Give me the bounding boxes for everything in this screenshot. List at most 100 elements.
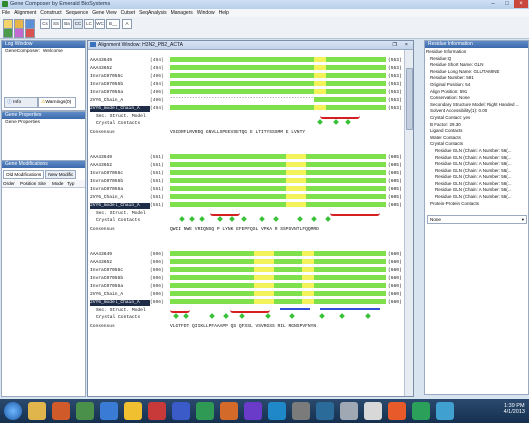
- residue-segment[interactable]: [314, 65, 326, 70]
- residue-segment[interactable]: [274, 299, 302, 304]
- residue-tree[interactable]: Residue Information Residue:Q Residue Shor…: [425, 48, 528, 207]
- sequence-residues[interactable]: [170, 81, 386, 86]
- residue-tree-item[interactable]: Residue Information: [425, 49, 528, 56]
- col-position[interactable]: Position: [20, 180, 38, 187]
- residue-segment[interactable]: [254, 251, 274, 256]
- residue-segment[interactable]: [306, 202, 386, 207]
- residue-segment[interactable]: [326, 57, 386, 62]
- residue-segment[interactable]: [326, 81, 386, 86]
- residue-segment[interactable]: [254, 259, 274, 264]
- residue-segment[interactable]: [274, 259, 302, 264]
- residue-segment[interactable]: [254, 291, 274, 296]
- system-clock[interactable]: 1:39 PM 4/1/2013: [504, 403, 525, 415]
- calculator-icon[interactable]: [364, 402, 382, 420]
- alignment-scrollbar[interactable]: [404, 50, 413, 396]
- sequence-name[interactable]: AAA43652: [90, 260, 150, 266]
- residue-segment[interactable]: [170, 162, 286, 167]
- sequence-name[interactable]: InvraC07055c: [90, 268, 150, 274]
- sequence-name[interactable]: 2VY6_Chain_A: [90, 98, 150, 104]
- residue-segment[interactable]: [274, 275, 302, 280]
- residue-tree-item[interactable]: Residue Short Name: GLN: [425, 62, 528, 69]
- sequence-residues[interactable]: [170, 73, 386, 78]
- residue-segment[interactable]: [314, 299, 386, 304]
- onenote-icon[interactable]: [244, 402, 262, 420]
- residue-segment[interactable]: [274, 283, 302, 288]
- sequence-name[interactable]: InvraC07055b: [90, 179, 150, 185]
- sequence-name[interactable]: AAA43649: [90, 58, 150, 64]
- folder-icon[interactable]: [124, 402, 142, 420]
- sequence-residues[interactable]: [170, 283, 386, 288]
- residue-segment[interactable]: [286, 170, 306, 175]
- residue-segment[interactable]: [314, 73, 326, 78]
- residue-tree-item[interactable]: Conservation: None: [425, 95, 528, 102]
- col-site[interactable]: Site: [38, 180, 52, 187]
- residue-segment[interactable]: [302, 251, 314, 256]
- residue-segment[interactable]: [170, 251, 254, 256]
- cs-button[interactable]: Cs: [40, 19, 50, 29]
- sequence-name[interactable]: InvraC07055a: [90, 284, 150, 290]
- start-button-icon[interactable]: [4, 402, 22, 420]
- residue-segment[interactable]: [274, 251, 302, 256]
- network-icon[interactable]: [436, 402, 454, 420]
- lc-button[interactable]: LC: [84, 19, 94, 29]
- sequence-row[interactable]: 2VY6_model_Chain_A (494) (553): [90, 105, 402, 112]
- sequence-row[interactable]: 2VY6_Chain_A (606) (660): [90, 291, 402, 298]
- residue-segment[interactable]: [254, 275, 274, 280]
- residue-tree-item[interactable]: Residue GLN (Chain: A Number: 56(...: [425, 155, 528, 162]
- residue-filter-select[interactable]: None ▾: [427, 215, 527, 224]
- residue-segment[interactable]: [314, 291, 386, 296]
- sequence-name[interactable]: AAA43649: [90, 252, 150, 258]
- firefox-icon[interactable]: [388, 402, 406, 420]
- sequence-residues[interactable]: [170, 105, 386, 110]
- menu-construct[interactable]: Construct: [38, 9, 63, 16]
- residue-segment[interactable]: [314, 275, 386, 280]
- sequence-residues[interactable]: [170, 162, 386, 167]
- menu-cutset[interactable]: Cutset: [119, 9, 137, 16]
- sequence-name[interactable]: InvraC07055c: [90, 171, 150, 177]
- residue-segment[interactable]: [302, 267, 314, 272]
- residue-segment[interactable]: [302, 299, 314, 304]
- residue-segment[interactable]: [170, 283, 254, 288]
- residue-segment[interactable]: [302, 275, 314, 280]
- residue-segment[interactable]: [170, 275, 254, 280]
- residue-segment[interactable]: [254, 267, 274, 272]
- residue-segment[interactable]: [314, 89, 326, 94]
- residue-segment[interactable]: [286, 162, 306, 167]
- tab-info[interactable]: ⓘ Info: [4, 97, 38, 108]
- sequence-name[interactable]: InvraC07055c: [90, 74, 150, 80]
- residue-segment[interactable]: [170, 170, 286, 175]
- residue-tree-item[interactable]: Residue Long Name: GLUTAMINE: [425, 69, 528, 76]
- menu-gene-view[interactable]: Gene View: [90, 9, 118, 16]
- menu-help[interactable]: Help: [217, 9, 231, 16]
- sequence-row[interactable]: InvraC07055b (606) (660): [90, 275, 402, 282]
- residue-segment[interactable]: [170, 89, 314, 94]
- gene-icon[interactable]: [3, 28, 13, 38]
- disk-icon[interactable]: [340, 402, 358, 420]
- sequence-area[interactable]: AAA43649 (494) (553) AAA43652 (494) (553) Invr…: [88, 50, 404, 396]
- residue-tree-item[interactable]: Protein-Protein Contacts: [425, 201, 528, 208]
- residue-tree-item[interactable]: Residue GLN (Chain: A Number: 56(...: [425, 148, 528, 155]
- close-button[interactable]: ×: [514, 0, 528, 8]
- powerpoint-icon[interactable]: [220, 402, 238, 420]
- remote-icon[interactable]: [316, 402, 334, 420]
- residue-tree-item[interactable]: Secondary Structure Model: Right Handed …: [425, 102, 528, 109]
- residue-tree-item[interactable]: Crystal Contacts: [425, 141, 528, 148]
- residue-tree-item[interactable]: Residue GLN (Chain: A Number: 56(...: [425, 174, 528, 181]
- residue-segment[interactable]: [306, 194, 386, 199]
- sequence-row[interactable]: InvraC07055c (496) (553): [90, 73, 402, 80]
- residue-segment[interactable]: [170, 81, 314, 86]
- residue-segment[interactable]: [274, 267, 302, 272]
- residue-segment[interactable]: [254, 283, 274, 288]
- residue-segment[interactable]: [306, 178, 386, 183]
- residue-segment[interactable]: [306, 162, 386, 167]
- sequence-residues[interactable]: ----------------------------------------…: [170, 96, 386, 102]
- sequence-residues[interactable]: [170, 299, 386, 304]
- residue-segment[interactable]: [170, 105, 314, 110]
- residue-segment[interactable]: [306, 154, 386, 159]
- residue-segment[interactable]: [170, 291, 254, 296]
- sequence-row[interactable]: AAA43652 (494) (553): [90, 65, 402, 72]
- residue-tree-item[interactable]: Crystal Contact: yes: [425, 115, 528, 122]
- a-button[interactable]: A: [122, 19, 132, 29]
- sequence-row[interactable]: 2VY6_Chain_A (551) (605): [90, 194, 402, 201]
- cc-button[interactable]: CC: [73, 19, 83, 29]
